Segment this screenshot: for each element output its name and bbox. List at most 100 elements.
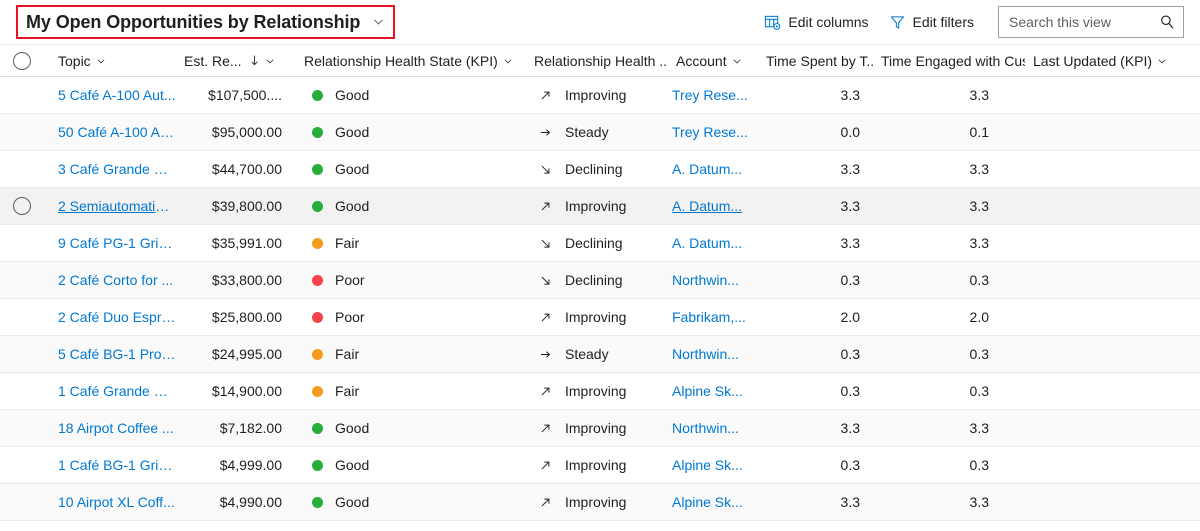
trend-label: Steady	[565, 124, 609, 140]
cell-account: Fabrikam,...	[668, 309, 758, 325]
account-link[interactable]: Fabrikam,...	[672, 309, 750, 325]
topic-link[interactable]: 10 Airpot XL Coff...	[58, 494, 176, 510]
cell-relationship-health-state: Fair	[296, 346, 526, 362]
table-row[interactable]: 1 Café Grande Es...$14,900.00FairImprovi…	[0, 373, 1200, 410]
topic-link[interactable]: 50 Café A-100 Au...	[58, 124, 176, 140]
column-header-est-revenue[interactable]: Est. Re...	[184, 53, 296, 69]
account-link[interactable]: A. Datum...	[672, 198, 750, 214]
account-link[interactable]: A. Datum...	[672, 235, 750, 251]
radio-circle-icon[interactable]	[13, 197, 31, 215]
topic-link[interactable]: 5 Café A-100 Aut...	[58, 87, 176, 103]
opportunities-grid: Topic Est. Re... Relationship Health Sta…	[0, 44, 1200, 521]
kpi-status-label: Poor	[335, 272, 365, 288]
table-row[interactable]: 5 Café A-100 Aut...$107,500....GoodImpro…	[0, 77, 1200, 114]
account-link[interactable]: Trey Rese...	[672, 87, 750, 103]
topic-link[interactable]: 5 Café BG-1 Pro ...	[58, 346, 176, 362]
account-link[interactable]: Alpine Sk...	[672, 457, 750, 473]
cell-relationship-health-state: Good	[296, 161, 526, 177]
cell-topic: 3 Café Grande Es...	[44, 161, 184, 177]
table-row[interactable]: 2 Semiautomatic ...$39,800.00GoodImprovi…	[0, 188, 1200, 225]
table-row[interactable]: 18 Airpot Coffee ...$7,182.00GoodImprovi…	[0, 410, 1200, 447]
cell-time-engaged: 0.3	[873, 457, 1025, 473]
table-row[interactable]: 5 Café BG-1 Pro ...$24,995.00FairSteadyN…	[0, 336, 1200, 373]
cell-relationship-health-trend: Steady	[526, 346, 668, 362]
row-select-cell[interactable]	[0, 123, 44, 141]
column-header-relationship-health-state[interactable]: Relationship Health State (KPI)	[296, 53, 526, 69]
arrow-up-right-icon	[538, 422, 552, 435]
table-row[interactable]: 1 Café BG-1 Grin...$4,999.00GoodImprovin…	[0, 447, 1200, 484]
arrow-up-right-icon	[538, 89, 552, 102]
kpi-status-dot	[312, 460, 323, 471]
table-row[interactable]: 9 Café PG-1 Grin...$35,991.00FairDeclini…	[0, 225, 1200, 262]
column-header-time-spent[interactable]: Time Spent by T...	[758, 53, 873, 69]
cell-time-spent: 0.3	[758, 346, 873, 362]
cell-time-spent: 3.3	[758, 161, 873, 177]
search-icon[interactable]	[1159, 14, 1175, 30]
row-select-cell[interactable]	[0, 197, 44, 215]
table-row[interactable]: 2 Café Corto for ...$33,800.00PoorDeclin…	[0, 262, 1200, 299]
topic-link[interactable]: 1 Café Grande Es...	[58, 383, 176, 399]
kpi-status-dot	[312, 497, 323, 508]
arrow-right-icon	[538, 126, 552, 139]
topic-link[interactable]: 1 Café BG-1 Grin...	[58, 457, 176, 473]
row-select-cell[interactable]	[0, 419, 44, 437]
search-view-box[interactable]	[998, 6, 1184, 38]
account-link[interactable]: Northwin...	[672, 420, 750, 436]
table-row[interactable]: 3 Café Grande Es...$44,700.00GoodDeclini…	[0, 151, 1200, 188]
column-header-last-updated[interactable]: Last Updated (KPI)	[1025, 53, 1200, 69]
cell-relationship-health-trend: Improving	[526, 198, 668, 214]
trend-label: Improving	[565, 198, 626, 214]
cell-relationship-health-state: Good	[296, 420, 526, 436]
cell-topic: 1 Café BG-1 Grin...	[44, 457, 184, 473]
row-select-cell[interactable]	[0, 308, 44, 326]
radio-circle-icon[interactable]	[13, 52, 31, 70]
row-select-cell[interactable]	[0, 493, 44, 511]
topic-link[interactable]: 2 Semiautomatic ...	[58, 198, 176, 214]
cell-account: Northwin...	[668, 272, 758, 288]
row-select-cell[interactable]	[0, 382, 44, 400]
cell-relationship-health-trend: Improving	[526, 420, 668, 436]
cell-account: Northwin...	[668, 346, 758, 362]
topic-link[interactable]: 3 Café Grande Es...	[58, 161, 176, 177]
trend-label: Improving	[565, 383, 626, 399]
row-select-cell[interactable]	[0, 345, 44, 363]
edit-filters-button[interactable]: Edit filters	[879, 6, 984, 38]
row-select-cell[interactable]	[0, 160, 44, 178]
account-link[interactable]: A. Datum...	[672, 161, 750, 177]
cell-account: Alpine Sk...	[668, 457, 758, 473]
topic-link[interactable]: 2 Café Duo Espre...	[58, 309, 176, 325]
account-link[interactable]: Alpine Sk...	[672, 383, 750, 399]
select-all-cell[interactable]	[0, 52, 44, 70]
cell-account: A. Datum...	[668, 198, 758, 214]
column-header-account[interactable]: Account	[668, 53, 758, 69]
column-header-topic[interactable]: Topic	[44, 53, 184, 69]
cell-time-engaged: 3.3	[873, 235, 1025, 251]
account-link[interactable]: Northwin...	[672, 272, 750, 288]
view-selector[interactable]: My Open Opportunities by Relationship	[16, 5, 395, 39]
topic-link[interactable]: 9 Café PG-1 Grin...	[58, 235, 176, 251]
row-select-cell[interactable]	[0, 234, 44, 252]
kpi-status-dot	[312, 238, 323, 249]
row-select-cell[interactable]	[0, 86, 44, 104]
topic-link[interactable]: 18 Airpot Coffee ...	[58, 420, 176, 436]
cell-topic: 2 Semiautomatic ...	[44, 198, 184, 214]
table-row[interactable]: 50 Café A-100 Au...$95,000.00GoodSteadyT…	[0, 114, 1200, 151]
column-header-time-engaged[interactable]: Time Engaged with Cust...	[873, 53, 1025, 69]
trend-label: Improving	[565, 494, 626, 510]
topic-link[interactable]: 2 Café Corto for ...	[58, 272, 176, 288]
row-select-cell[interactable]	[0, 456, 44, 474]
edit-columns-button[interactable]: Edit columns	[754, 6, 878, 38]
account-link[interactable]: Alpine Sk...	[672, 494, 750, 510]
search-input[interactable]	[1009, 14, 1159, 30]
account-link[interactable]: Trey Rese...	[672, 124, 750, 140]
cell-time-spent: 2.0	[758, 309, 873, 325]
chevron-down-icon	[372, 15, 385, 28]
kpi-status-dot	[312, 90, 323, 101]
cell-relationship-health-state: Fair	[296, 383, 526, 399]
column-header-relationship-health-trend[interactable]: Relationship Health ...	[526, 53, 668, 69]
table-row[interactable]: 10 Airpot XL Coff...$4,990.00GoodImprovi…	[0, 484, 1200, 521]
row-select-cell[interactable]	[0, 271, 44, 289]
table-row[interactable]: 2 Café Duo Espre...$25,800.00PoorImprovi…	[0, 299, 1200, 336]
account-link[interactable]: Northwin...	[672, 346, 750, 362]
column-header-relationship-health-trend-label: Relationship Health ...	[534, 53, 668, 69]
